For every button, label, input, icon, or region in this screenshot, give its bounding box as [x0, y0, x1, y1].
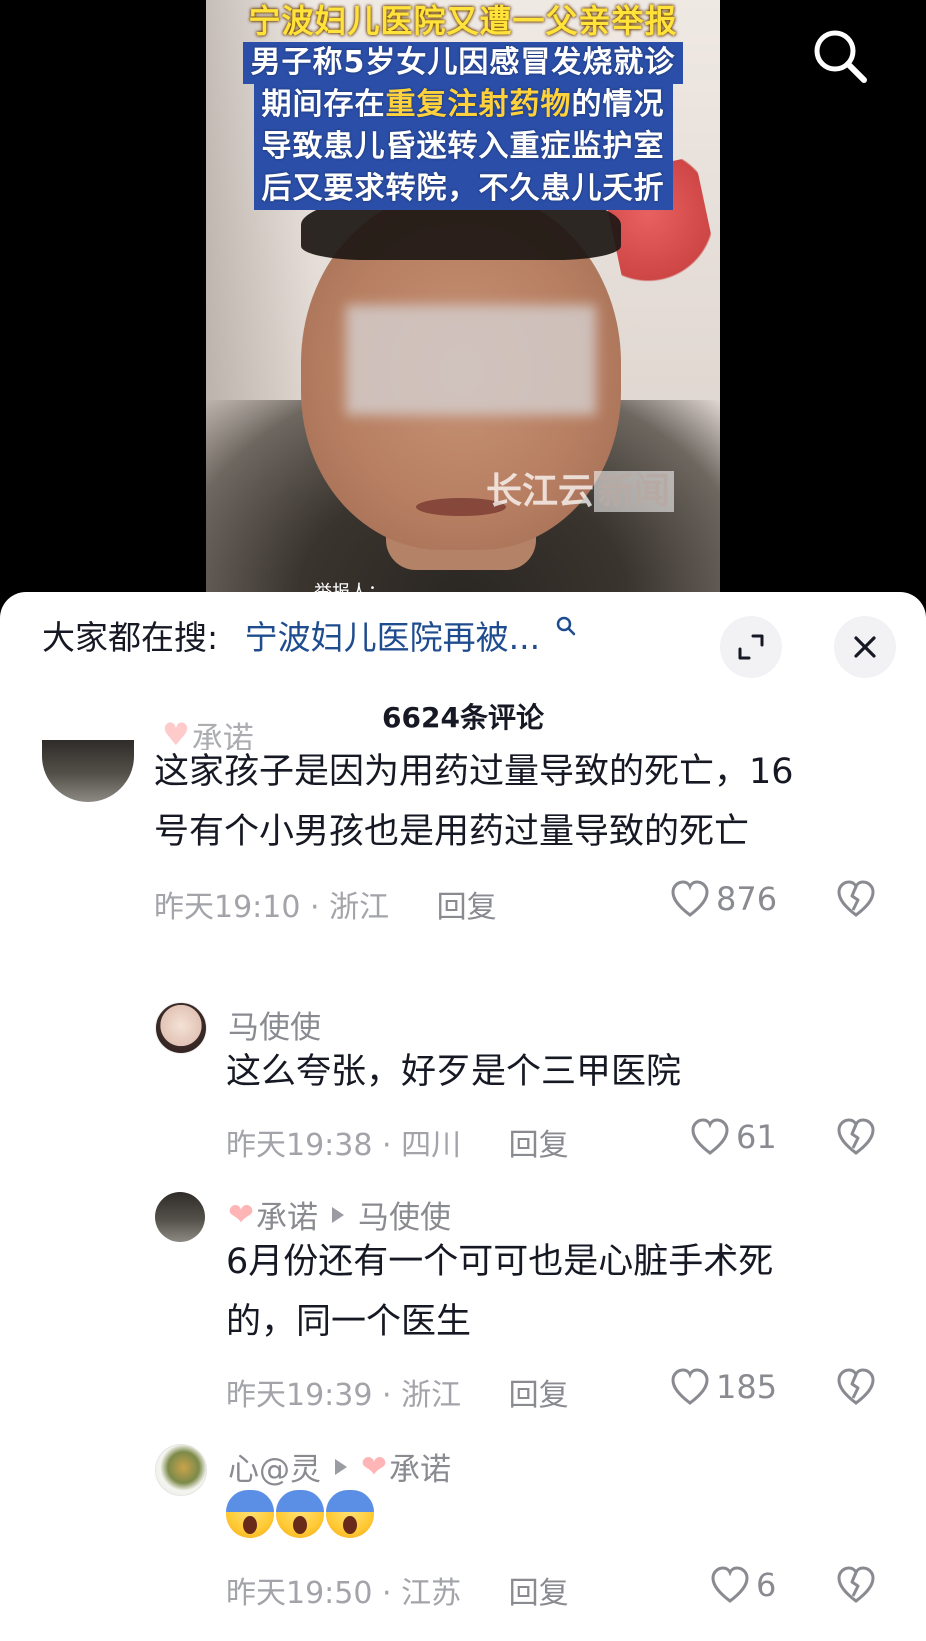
- watermark-right: 新闻: [594, 471, 675, 512]
- heart-tag-icon: ❤: [228, 1196, 254, 1233]
- reply-item: 心@灵 ❤ 承诺 昨天19:50 · 江苏 回复 6: [0, 1444, 926, 1641]
- scream-emoji: [226, 1490, 274, 1538]
- like-count: 185: [716, 1368, 778, 1406]
- reply-button[interactable]: 回复: [437, 890, 497, 925]
- video-player[interactable]: 宁波妇儿医院又遭一父亲举报 男子称5岁女儿因感冒发烧就诊 期间存在重复注射药物的…: [0, 0, 926, 600]
- comment-username[interactable]: ❤ 承诺 马使使: [228, 1192, 451, 1237]
- comment-time: 昨天19:39: [226, 1378, 373, 1413]
- comment-meta: 昨天19:50 · 江苏 回复: [226, 1576, 569, 1611]
- comment-text-line: 这么夸张，好歹是个三甲医院: [226, 1052, 682, 1092]
- caption-highlight: 重复注射药物: [385, 87, 572, 122]
- broken-heart-icon: [837, 1566, 875, 1603]
- username-text: 承诺: [255, 1200, 318, 1236]
- comment-location: 浙江: [329, 890, 390, 925]
- comment-location: 江苏: [401, 1576, 462, 1611]
- avatar[interactable]: [42, 740, 134, 802]
- scream-emoji: [326, 1490, 374, 1538]
- username-text: 马使使: [228, 1010, 321, 1046]
- comment-text: 6月份还有一个可可也是心脏手术死 的，同一个医生: [226, 1232, 876, 1352]
- comment-text: 这家孩子是因为用药过量导致的死亡，16 号有个小男孩也是用药过量导致的死亡: [154, 742, 884, 862]
- search-button[interactable]: [810, 26, 870, 86]
- privacy-blur: [346, 305, 596, 415]
- comments-panel: 大家都在搜: 宁波妇儿医院再被... 6624条评论 ♥ 承诺 这家孩子是因为用…: [0, 592, 926, 1641]
- comment-meta: 昨天19:10 · 浙江 回复: [154, 890, 497, 925]
- like-button[interactable]: 876: [670, 880, 777, 918]
- dislike-button[interactable]: [836, 1118, 876, 1160]
- caption-line-3a: 期间存在: [261, 87, 386, 122]
- caption-line-5: 后又要求转院，不久患儿夭折: [253, 168, 673, 210]
- comment-emojis: [226, 1490, 876, 1551]
- like-button[interactable]: 185: [670, 1368, 777, 1406]
- app-screen: 宁波妇儿医院又遭一父亲举报 男子称5岁女儿因感冒发烧就诊 期间存在重复注射药物的…: [0, 0, 926, 1641]
- watermark-left: 长江云: [486, 471, 595, 512]
- reply-arrow-icon: [331, 1206, 344, 1223]
- comment-item: ♥ 承诺 这家孩子是因为用药过量导致的死亡，16 号有个小男孩也是用药过量导致的…: [0, 720, 926, 942]
- avatar[interactable]: [155, 1444, 207, 1496]
- broken-heart-icon: [837, 1118, 875, 1155]
- avatar[interactable]: [155, 1002, 207, 1054]
- trending-label: 大家都在搜:: [42, 618, 219, 657]
- caption-line-3: 期间存在重复注射药物的情况: [253, 84, 673, 126]
- dislike-button[interactable]: [836, 1368, 876, 1410]
- reply-item: ❤ 承诺 马使使 6月份还有一个可可也是心脏手术死 的，同一个医生 昨天19:3…: [0, 1192, 926, 1413]
- comment-time: 昨天19:38: [226, 1128, 373, 1163]
- caption-line-3b: 的情况: [571, 87, 665, 122]
- heart-tag-icon: ❤: [361, 1448, 387, 1485]
- heart-outline-icon: [691, 1118, 729, 1155]
- trending-search-row[interactable]: 大家都在搜: 宁波妇儿医院再被...: [42, 610, 577, 666]
- comment-text: 这么夸张，好歹是个三甲医院: [226, 1042, 876, 1102]
- dislike-button[interactable]: [836, 1566, 876, 1608]
- expand-button[interactable]: [720, 616, 782, 678]
- reply-arrow-icon: [335, 1458, 347, 1475]
- heart-outline-icon: [671, 880, 709, 917]
- comment-location: 四川: [401, 1128, 462, 1163]
- comment-location: 浙江: [401, 1378, 462, 1413]
- trending-search-link[interactable]: 宁波妇儿医院再被...: [245, 618, 540, 657]
- like-count: 6: [756, 1566, 777, 1604]
- reply-to-username[interactable]: 马使使: [358, 1192, 451, 1237]
- username-text: 心@灵: [228, 1452, 321, 1488]
- comment-username[interactable]: 马使使: [228, 1002, 321, 1047]
- reply-button[interactable]: 回复: [509, 1128, 569, 1163]
- caption-line-4: 导致患儿昏迷转入重症监护室: [253, 126, 673, 168]
- like-count: 876: [716, 880, 778, 918]
- like-button[interactable]: 61: [690, 1118, 777, 1156]
- like-count: 61: [736, 1118, 777, 1156]
- avatar[interactable]: [155, 1192, 205, 1242]
- small-search-icon: [556, 616, 575, 636]
- heart-outline-icon: [671, 1368, 709, 1405]
- comment-username[interactable]: 心@灵 ❤ 承诺: [228, 1444, 451, 1489]
- expand-icon: [738, 634, 764, 660]
- comment-time: 昨天19:10: [154, 890, 301, 925]
- comment-text-line: 这家孩子是因为用药过量导致的死亡，16: [154, 752, 794, 792]
- reply-button[interactable]: 回复: [509, 1576, 569, 1611]
- broken-heart-icon: [837, 880, 875, 917]
- comment-count: 6624条评论: [382, 701, 544, 734]
- search-icon: [814, 30, 867, 83]
- comment-text-line: 6月份还有一个可可也是心脏手术死: [226, 1242, 774, 1282]
- reply-item: 马使使 这么夸张，好歹是个三甲医院 昨天19:38 · 四川 回复 61: [0, 1002, 926, 1163]
- close-button[interactable]: [834, 616, 896, 678]
- comment-text-line: 的，同一个医生: [226, 1302, 472, 1342]
- heart-outline-icon: [711, 1566, 749, 1603]
- dislike-button[interactable]: [836, 880, 876, 922]
- news-watermark: 长江云 新闻: [486, 462, 675, 514]
- reply-button[interactable]: 回复: [509, 1378, 569, 1413]
- comment-meta: 昨天19:38 · 四川 回复: [226, 1128, 569, 1163]
- video-caption: 宁波妇儿医院又遭一父亲举报 男子称5岁女儿因感冒发烧就诊 期间存在重复注射药物的…: [230, 0, 696, 210]
- reply-to-username[interactable]: 承诺: [389, 1444, 451, 1489]
- comment-time: 昨天19:50: [226, 1576, 373, 1611]
- comment-text-line: 号有个小男孩也是用药过量导致的死亡: [154, 812, 750, 852]
- like-button[interactable]: 6: [710, 1566, 776, 1604]
- scream-emoji: [276, 1490, 324, 1538]
- close-icon: [854, 636, 876, 658]
- video-frame: 宁波妇儿医院又遭一父亲举报 男子称5岁女儿因感冒发烧就诊 期间存在重复注射药物的…: [206, 0, 720, 600]
- caption-line-2: 男子称5岁女儿因感冒发烧就诊: [242, 42, 684, 84]
- caption-title: 宁波妇儿医院又遭一父亲举报: [248, 2, 678, 40]
- broken-heart-icon: [837, 1368, 875, 1405]
- comment-meta: 昨天19:39 · 浙江 回复: [226, 1378, 569, 1413]
